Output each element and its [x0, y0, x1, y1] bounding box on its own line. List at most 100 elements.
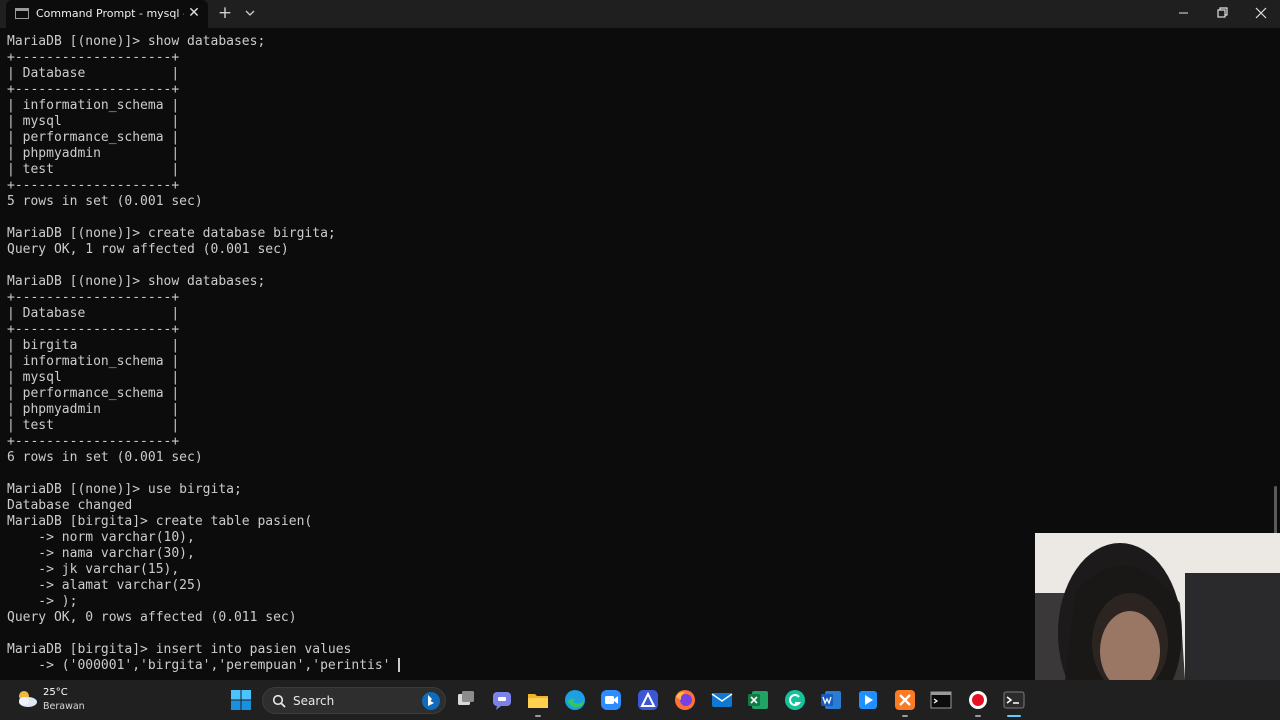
- terminal-line: +--------------------+: [7, 290, 180, 305]
- search-icon: [272, 694, 286, 708]
- start-button[interactable]: [229, 688, 253, 712]
- terminal-line: Database changed: [7, 498, 133, 513]
- close-window-button[interactable]: [1242, 0, 1280, 28]
- firefox-button[interactable]: [673, 688, 697, 712]
- teams-chat-icon: [493, 692, 511, 710]
- minimize-icon: [1179, 12, 1188, 14]
- tab-command-prompt[interactable]: Command Prompt - mysql -u ✕: [6, 0, 208, 28]
- terminal-line: -> alamat varchar(25): [7, 578, 203, 593]
- terminal-active-indicator: [1007, 715, 1021, 717]
- terminal-scrollbar[interactable]: [1274, 486, 1277, 534]
- word-icon: [821, 691, 841, 709]
- terminal-line: 5 rows in set (0.001 sec): [7, 194, 203, 209]
- terminal-line: | Database |: [7, 66, 180, 81]
- affinity-button[interactable]: [636, 688, 660, 712]
- terminal-line: MariaDB [(none)]> show databases;: [7, 274, 266, 289]
- excel-button[interactable]: [746, 688, 770, 712]
- task-view-icon: [458, 691, 474, 705]
- terminal-line: | mysql |: [7, 370, 180, 385]
- terminal-line: -> nama varchar(30),: [7, 546, 195, 561]
- terminal-line: +--------------------+: [7, 322, 180, 337]
- terminal-line: | phpmyadmin |: [7, 146, 180, 161]
- weather-widget[interactable]: [14, 686, 40, 712]
- minimize-button[interactable]: [1164, 0, 1202, 28]
- taskbar-search-box[interactable]: Search: [262, 687, 446, 714]
- webcam-overlay: [1035, 533, 1280, 680]
- zoom-icon: [601, 690, 621, 710]
- terminal-line: MariaDB [(none)]> show databases;: [7, 34, 266, 49]
- terminal-line: | phpmyadmin |: [7, 402, 180, 417]
- grammarly-icon: [785, 690, 805, 710]
- close-icon: [1255, 7, 1267, 19]
- terminal-line: | information_schema |: [7, 98, 180, 113]
- chevron-down-icon: [245, 10, 255, 16]
- terminal-line: Query OK, 1 row affected (0.001 sec): [7, 242, 289, 257]
- terminal-line: Query OK, 0 rows affected (0.011 sec): [7, 610, 297, 625]
- terminal-line: | birgita |: [7, 338, 180, 353]
- terminal-line: 6 rows in set (0.001 sec): [7, 450, 203, 465]
- search-label: Search: [293, 694, 335, 708]
- excel-icon: [748, 691, 768, 709]
- terminal-line: +--------------------+: [7, 178, 180, 193]
- terminal-line: | test |: [7, 418, 180, 433]
- text-cursor: [398, 658, 400, 672]
- terminal-line: | Database |: [7, 306, 180, 321]
- command-prompt-button[interactable]: [929, 688, 953, 712]
- terminal-line: +--------------------+: [7, 434, 180, 449]
- folder-icon: [528, 694, 548, 708]
- command-prompt-icon: [15, 8, 29, 19]
- terminal-line: +--------------------+: [7, 50, 180, 65]
- terminal-line: | information_schema |: [7, 354, 180, 369]
- terminal-line: -> norm varchar(10),: [7, 530, 195, 545]
- teams-chat-button[interactable]: [490, 688, 514, 712]
- xampp-button[interactable]: [893, 688, 917, 712]
- edge-button[interactable]: [563, 688, 587, 712]
- terminal-line: -> );: [7, 594, 78, 609]
- bing-icon[interactable]: [421, 691, 441, 711]
- affinity-icon: [638, 690, 658, 710]
- mail-button[interactable]: [710, 688, 734, 712]
- weather-temperature: 25°C: [43, 687, 68, 698]
- tab-title: Command Prompt - mysql -u: [36, 7, 184, 20]
- terminal-button[interactable]: [1002, 688, 1026, 712]
- windows-logo-icon: [231, 690, 251, 710]
- edge-icon: [565, 690, 585, 710]
- terminal-line: MariaDB [birgita]> insert into pasien va…: [7, 642, 352, 657]
- terminal-line: | test |: [7, 162, 180, 177]
- xampp-running-indicator: [902, 715, 908, 717]
- file-explorer-running-indicator: [535, 715, 541, 717]
- mail-icon: [711, 693, 733, 707]
- terminal-icon: [1003, 691, 1025, 709]
- media-player-icon: [859, 691, 877, 709]
- firefox-icon: [675, 690, 695, 710]
- cloud-sun-icon: [19, 691, 37, 707]
- terminal-line: MariaDB [(none)]> use birgita;: [7, 482, 242, 497]
- new-tab-button[interactable]: +: [216, 4, 234, 22]
- word-button[interactable]: [819, 688, 843, 712]
- terminal-line: | performance_schema |: [7, 130, 180, 145]
- zoom-button[interactable]: [599, 688, 623, 712]
- command-prompt-icon: [930, 691, 952, 709]
- tab-dropdown-button[interactable]: [241, 4, 259, 22]
- title-bar: Command Prompt - mysql -u ✕ +: [0, 0, 1280, 28]
- terminal-line: | performance_schema |: [7, 386, 180, 401]
- grammarly-button[interactable]: [783, 688, 807, 712]
- terminal-line: -> jk varchar(15),: [7, 562, 180, 577]
- tab-close-button[interactable]: ✕: [186, 5, 202, 21]
- weather-description: Berawan: [43, 701, 85, 712]
- record-icon: [969, 691, 987, 709]
- restore-button[interactable]: [1203, 0, 1241, 28]
- recorder-running-indicator: [975, 715, 981, 717]
- terminal-line: -> ('000001','birgita','perempuan','peri…: [7, 658, 391, 673]
- terminal-line: MariaDB [(none)]> create database birgit…: [7, 226, 336, 241]
- media-player-button[interactable]: [856, 688, 880, 712]
- xampp-icon: [895, 690, 915, 710]
- task-view-button[interactable]: [454, 688, 478, 712]
- screen-recorder-button[interactable]: [966, 688, 990, 712]
- file-explorer-button[interactable]: [526, 688, 550, 712]
- terminal-line: +--------------------+: [7, 82, 180, 97]
- terminal-line: MariaDB [birgita]> create table pasien(: [7, 514, 313, 529]
- webcam-person-image: [1035, 533, 1280, 680]
- restore-icon: [1217, 7, 1228, 18]
- terminal-line: | mysql |: [7, 114, 180, 129]
